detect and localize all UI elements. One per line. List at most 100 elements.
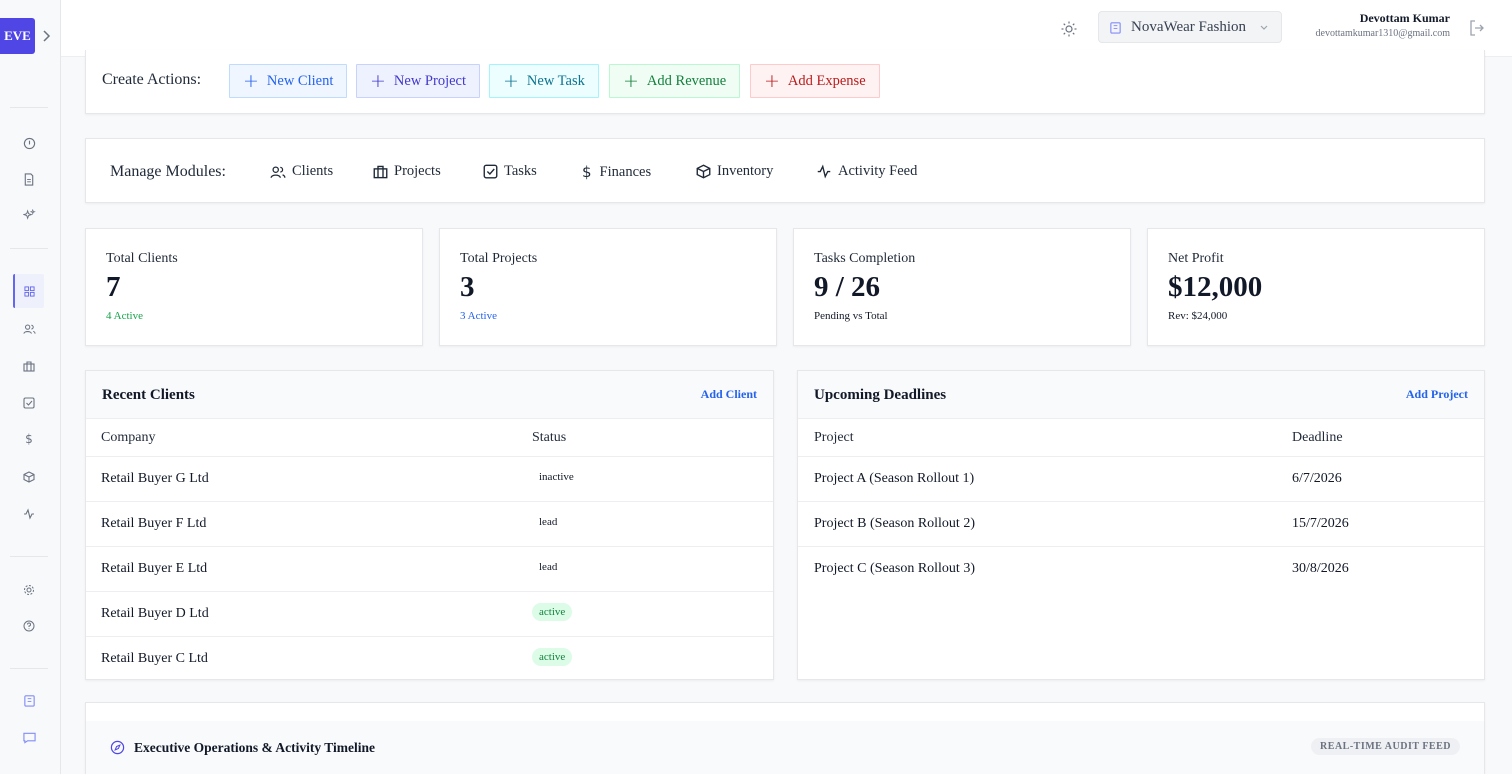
column-header: Company (101, 430, 156, 445)
table-row[interactable]: Project C (Season Rollout 3) 30/8/2026 (798, 547, 1484, 592)
module-activity-feed[interactable]: Activity Feed (816, 163, 917, 180)
stat-title: Total Clients (106, 251, 178, 266)
table-row[interactable]: Project B (Season Rollout 2) 15/7/2026 (798, 502, 1484, 547)
new-task-button[interactable]: + New Task (489, 64, 599, 98)
stat-title: Tasks Completion (814, 251, 916, 266)
panel-title: Upcoming Deadlines (814, 387, 947, 403)
module-tasks[interactable]: Tasks (483, 163, 537, 180)
box-icon[interactable] (20, 468, 38, 486)
chat-icon[interactable] (20, 729, 38, 747)
document-icon[interactable] (20, 170, 38, 188)
column-header: Project (814, 430, 854, 445)
stat-subtext: 3 Active (460, 310, 497, 322)
panel-title: Recent Clients (102, 387, 195, 403)
building-icon[interactable] (20, 691, 38, 709)
client-company: Retail Buyer E Ltd (101, 561, 208, 576)
top-header: NovaWear Fashion Devottam Kumar devottam… (61, 0, 1512, 57)
stat-value: 9 / 26 (814, 271, 881, 303)
status-badge: active (532, 648, 573, 666)
plus-icon: + (370, 69, 386, 92)
panel-header: Recent Clients Add Client (86, 371, 773, 419)
module-finances[interactable]: $ Finances (582, 163, 651, 181)
users-icon[interactable] (20, 320, 38, 338)
realtime-badge: REAL-TIME AUDIT FEED (1311, 738, 1460, 755)
plus-icon: + (623, 69, 639, 92)
new-client-button[interactable]: + New Client (229, 64, 348, 98)
plus-icon: + (764, 69, 780, 92)
user-name: Devottam Kumar (1359, 11, 1450, 25)
building-icon (1110, 21, 1121, 34)
stat-card-total-clients: Total Clients 7 4 Active (85, 228, 423, 346)
sidebar: EVE $ (0, 0, 61, 774)
logout-icon[interactable] (1467, 18, 1487, 38)
status-badge: lead (539, 516, 558, 528)
table-row[interactable]: Retail Buyer G Ltd inactive (86, 457, 773, 502)
module-projects[interactable]: Projects (373, 163, 441, 180)
stat-value: $12,000 (1168, 271, 1263, 303)
table-header: Project Deadline (798, 419, 1484, 457)
add-revenue-button[interactable]: + Add Revenue (609, 64, 741, 98)
stat-title: Total Projects (460, 251, 538, 266)
status-badge: inactive (539, 471, 574, 483)
briefcase-icon[interactable] (20, 357, 38, 375)
manage-modules-card: Manage Modules: Clients Projects Tasks $… (85, 138, 1485, 203)
stat-value: 7 (106, 271, 121, 303)
create-actions-card: Create Actions: + New Client + New Project… (85, 50, 1485, 114)
activity-icon (817, 164, 831, 179)
stat-value: 3 (460, 271, 475, 303)
box-icon (696, 164, 711, 179)
table-row[interactable]: Retail Buyer E Ltd lead (86, 547, 773, 592)
sun-icon[interactable] (1059, 19, 1079, 39)
dollar-icon[interactable]: $ (20, 430, 38, 448)
chevron-right-icon[interactable] (41, 28, 53, 44)
table-header: Company Status (86, 419, 773, 457)
table-row[interactable]: Retail Buyer D Ltd active (86, 592, 773, 637)
client-company: Retail Buyer D Ltd (101, 606, 209, 621)
column-header: Status (532, 430, 567, 445)
timeline-title: Executive Operations & Activity Timeline (134, 740, 375, 755)
check-square-icon[interactable] (20, 394, 38, 412)
sidebar-divider (10, 248, 48, 249)
chevron-down-icon (1260, 25, 1268, 30)
new-project-button[interactable]: + New Project (356, 64, 480, 98)
check-square-icon (483, 164, 498, 179)
app-logo[interactable]: EVE (0, 18, 35, 54)
info-icon[interactable] (20, 134, 38, 152)
activity-timeline-card: Executive Operations & Activity Timeline… (85, 702, 1485, 774)
manage-modules-label: Manage Modules: (110, 163, 226, 180)
add-expense-button[interactable]: + Add Expense (750, 64, 880, 98)
stat-subtext: Rev: $24,000 (1168, 310, 1228, 322)
table-row[interactable]: Project A (Season Rollout 1) 6/7/2026 (798, 457, 1484, 502)
client-company: Retail Buyer F Ltd (101, 516, 207, 531)
module-clients[interactable]: Clients (270, 163, 333, 180)
add-client-link[interactable]: Add Client (701, 387, 757, 402)
compass-icon (110, 740, 125, 755)
stat-subtext: Pending vs Total (814, 310, 888, 322)
panel-header: Upcoming Deadlines Add Project (798, 371, 1484, 419)
briefcase-icon (373, 165, 388, 178)
client-company: Retail Buyer G Ltd (101, 471, 209, 486)
sidebar-divider (10, 107, 48, 108)
upcoming-deadlines-panel: Upcoming Deadlines Add Project Project D… (797, 370, 1485, 680)
table-row[interactable]: Retail Buyer C Ltd active (86, 637, 773, 682)
stat-title: Net Profit (1168, 251, 1224, 266)
add-project-link[interactable]: Add Project (1406, 387, 1468, 402)
client-company: Retail Buyer C Ltd (101, 651, 208, 666)
settings-icon[interactable] (20, 581, 38, 599)
organization-select[interactable]: NovaWear Fashion (1098, 11, 1282, 43)
recent-clients-panel: Recent Clients Add Client Company Status… (85, 370, 774, 680)
sidebar-divider (10, 556, 48, 557)
project-deadline: 30/8/2026 (1292, 561, 1349, 576)
plus-icon: + (503, 69, 519, 92)
timeline-header: Executive Operations & Activity Timeline… (86, 721, 1484, 774)
dashboard-icon[interactable] (13, 274, 44, 308)
help-icon[interactable] (20, 617, 38, 635)
stat-subtext: 4 Active (106, 310, 143, 322)
activity-icon[interactable] (20, 505, 38, 523)
sidebar-divider (10, 668, 48, 669)
table-row[interactable]: Retail Buyer F Ltd lead (86, 502, 773, 547)
sparkle-icon[interactable] (20, 206, 38, 224)
project-name: Project C (Season Rollout 3) (814, 561, 975, 576)
module-inventory[interactable]: Inventory (696, 163, 773, 180)
user-email: devottamkumar1310@gmail.com (1315, 28, 1450, 39)
